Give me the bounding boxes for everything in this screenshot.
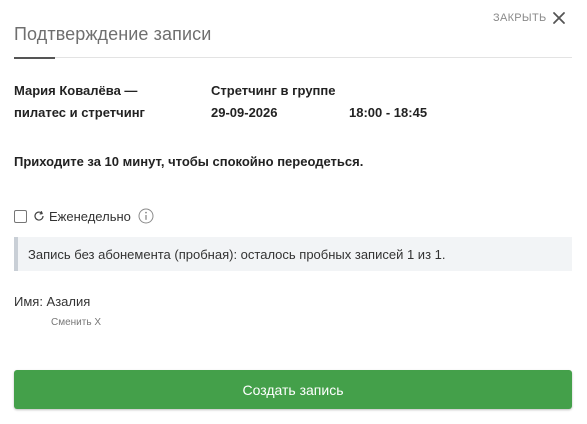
weekly-label: Еженедельно <box>49 208 131 224</box>
trainer-name: Мария Ковалёва — <box>14 83 138 98</box>
title-accent-bar <box>14 57 55 59</box>
trainer-info: Мария Ковалёва — пилатес и стретчинг <box>14 80 145 124</box>
booking-confirmation-dialog: Подтверждение записи ЗАКРЫТЬ Мария Ковал… <box>0 0 587 424</box>
close-icon <box>552 11 566 25</box>
dialog-title: Подтверждение записи <box>14 24 212 44</box>
repeat-icon <box>33 210 45 222</box>
class-time: 18:00 - 18:45 <box>349 105 428 120</box>
trainer-specialty: пилатес и стретчинг <box>14 105 145 120</box>
alert-text: Запись без абонемента (пробная): осталос… <box>28 246 446 262</box>
weekly-checkbox[interactable] <box>14 209 27 223</box>
class-date: 29-09-2026 <box>211 105 278 120</box>
class-name: Стретчинг в группе <box>211 83 336 98</box>
client-name: Имя: Азалия <box>14 294 91 309</box>
title-divider <box>14 57 572 58</box>
close-label: ЗАКРЫТЬ <box>493 12 547 24</box>
close-button[interactable]: ЗАКРЫТЬ <box>493 11 566 25</box>
create-booking-button[interactable]: Создать запись <box>14 370 572 409</box>
change-client-link[interactable]: Сменить X <box>51 317 101 328</box>
weekly-option: Еженедельно <box>14 208 154 224</box>
arrival-notice: Приходите за 10 минут, чтобы спокойно пе… <box>14 154 364 169</box>
trial-booking-alert: Запись без абонемента (пробная): осталос… <box>14 237 572 271</box>
info-icon[interactable] <box>138 208 154 224</box>
